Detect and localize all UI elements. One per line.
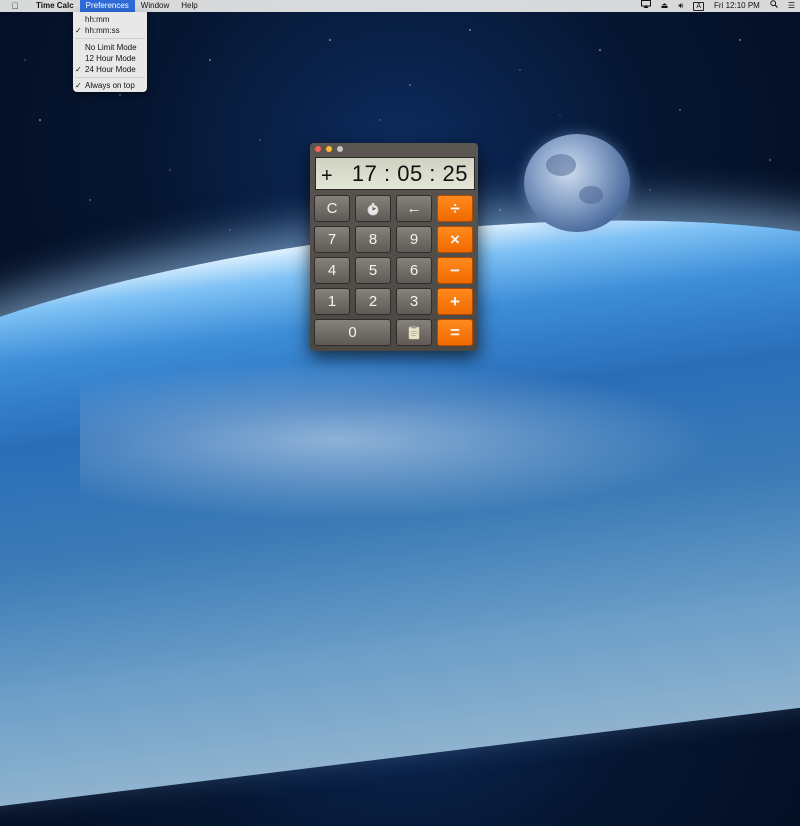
divide-button[interactable]: ÷	[437, 195, 473, 222]
plus-button[interactable]: +	[437, 288, 473, 315]
input-source-icon[interactable]: A	[688, 0, 709, 12]
apple-menu-icon[interactable]: 	[0, 1, 30, 11]
menu-item-label: hh:mm	[85, 15, 110, 24]
digit-2-button[interactable]: 2	[355, 288, 391, 315]
timer-button[interactable]	[355, 195, 391, 222]
digit-4-button[interactable]: 4	[314, 257, 350, 284]
airplay-icon[interactable]	[636, 0, 656, 12]
digit-6-button[interactable]: 6	[396, 257, 432, 284]
menu-item-label: Always on top	[85, 81, 135, 90]
window-titlebar[interactable]	[310, 143, 478, 155]
menu-item-hh-mm[interactable]: hh:mm	[73, 14, 147, 25]
menu-separator	[75, 38, 145, 39]
minimize-window-button[interactable]	[326, 146, 332, 152]
digit-5-button[interactable]: 5	[355, 257, 391, 284]
menu-help[interactable]: Help	[175, 0, 203, 12]
eject-icon[interactable]: ⏏	[656, 0, 674, 12]
menu-preferences[interactable]: Preferences	[79, 0, 135, 12]
checkmark-icon: ✓	[75, 81, 82, 90]
menu-item-label: 24 Hour Mode	[85, 65, 136, 74]
menu-separator	[75, 77, 145, 78]
paste-button[interactable]	[396, 319, 432, 346]
close-window-button[interactable]	[315, 146, 321, 152]
menubar-clock[interactable]: Fri 12:10 PM	[709, 0, 765, 12]
minus-button[interactable]: −	[437, 257, 473, 284]
menu-window[interactable]: Window	[135, 0, 175, 12]
menu-item-always-on-top[interactable]: ✓ Always on top	[73, 80, 147, 91]
digit-3-button[interactable]: 3	[396, 288, 432, 315]
multiply-button[interactable]: ×	[437, 226, 473, 253]
menu-item-no-limit-mode[interactable]: No Limit Mode	[73, 42, 147, 53]
equals-button[interactable]: =	[437, 319, 473, 346]
menu-item-label: No Limit Mode	[85, 43, 137, 52]
menu-item-24-hour-mode[interactable]: ✓ 24 Hour Mode	[73, 64, 147, 75]
spotlight-search-icon[interactable]	[765, 0, 783, 12]
time-calc-window: + 17 : 05 : 25 C ← ÷ 7 8 9 × 4 5 6 − 1 2…	[310, 143, 478, 351]
backspace-button[interactable]: ←	[396, 195, 432, 222]
digit-8-button[interactable]: 8	[355, 226, 391, 253]
display-value: 17 : 05 : 25	[351, 161, 468, 186]
menu-item-label: 12 Hour Mode	[85, 54, 136, 63]
volume-icon[interactable]: 🔊︎	[673, 0, 688, 12]
digit-9-button[interactable]: 9	[396, 226, 432, 253]
menu-app-name[interactable]: Time Calc	[30, 0, 80, 12]
digit-7-button[interactable]: 7	[314, 226, 350, 253]
menu-item-12-hour-mode[interactable]: 12 Hour Mode	[73, 53, 147, 64]
notification-center-icon[interactable]: ☰	[783, 0, 800, 12]
zoom-window-button[interactable]	[337, 146, 343, 152]
digit-0-button[interactable]: 0	[314, 319, 391, 346]
menu-item-hh-mm-ss[interactable]: ✓ hh:mm:ss	[73, 25, 147, 36]
display-operator: +	[321, 165, 333, 187]
clear-button[interactable]: C	[314, 195, 350, 222]
preferences-dropdown: hh:mm ✓ hh:mm:ss No Limit Mode 12 Hour M…	[73, 12, 147, 92]
checkmark-icon: ✓	[75, 65, 82, 74]
menu-bar:  Time Calc Preferences Window Help ⏏ 🔊︎…	[0, 0, 800, 12]
stopwatch-icon	[367, 202, 379, 215]
clipboard-icon	[408, 325, 420, 340]
wallpaper-moon	[524, 134, 630, 232]
status-area: ⏏ 🔊︎ A Fri 12:10 PM ☰	[636, 0, 800, 12]
wallpaper-clouds	[80, 360, 720, 520]
menu-item-label: hh:mm:ss	[85, 26, 120, 35]
checkmark-icon: ✓	[75, 26, 82, 35]
calculator-display: + 17 : 05 : 25	[315, 157, 475, 190]
digit-1-button[interactable]: 1	[314, 288, 350, 315]
